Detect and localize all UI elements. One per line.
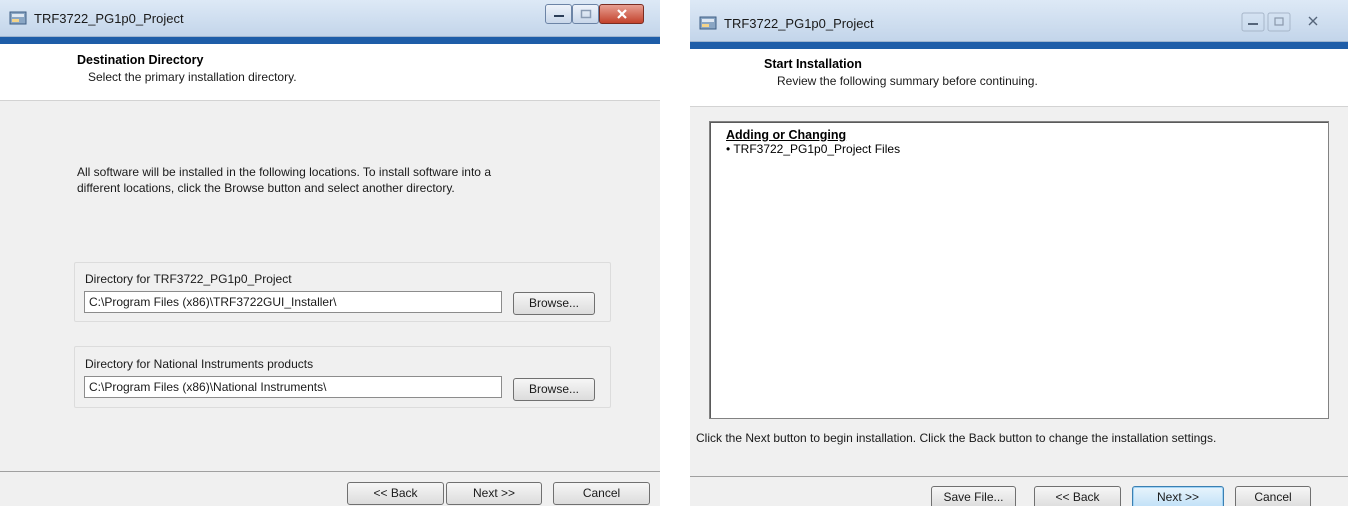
minimize-icon (1241, 12, 1265, 32)
browse-button-project[interactable]: Browse... (513, 292, 595, 315)
intro-text: All software will be installed in the fo… (77, 164, 637, 196)
accent-bar (0, 37, 660, 44)
minimize-button[interactable] (1241, 12, 1265, 32)
page-title: Start Installation (764, 57, 862, 71)
directory-path-input-project[interactable] (84, 291, 502, 313)
intro-line: different locations, click the Browse bu… (77, 181, 455, 195)
browse-button-ni[interactable]: Browse... (513, 378, 595, 401)
maximize-button[interactable] (1267, 12, 1291, 32)
close-icon (616, 9, 627, 19)
directory-path-input-ni[interactable] (84, 376, 502, 398)
cancel-button[interactable]: Cancel (1235, 486, 1311, 506)
summary-box[interactable]: Adding or Changing • TRF3722_PG1p0_Proje… (709, 121, 1329, 419)
back-button[interactable]: << Back (1034, 486, 1121, 506)
next-button[interactable]: Next >> (446, 482, 542, 505)
directory-label-ni: Directory for National Instruments produ… (85, 357, 314, 371)
title-bar[interactable]: TRF3722_PG1p0_Project (690, 0, 1348, 42)
installer-window-destination: TRF3722_PG1p0_Project Destination Direct… (0, 0, 660, 506)
installer-icon (9, 10, 27, 26)
window-title: TRF3722_PG1p0_Project (724, 16, 874, 31)
summary-item: • TRF3722_PG1p0_Project Files (726, 142, 901, 156)
intro-line: All software will be installed in the fo… (77, 165, 491, 179)
minimize-icon (553, 15, 564, 17)
wizard-header: Destination Directory Select the primary… (0, 44, 660, 101)
page-subtitle: Select the primary installation director… (88, 70, 297, 84)
back-button[interactable]: << Back (347, 482, 444, 505)
next-button[interactable]: Next >> (1132, 486, 1224, 506)
cancel-button[interactable]: Cancel (553, 482, 650, 505)
installer-window-start: TRF3722_PG1p0_Project Start Installation… (690, 0, 1348, 506)
footer-divider (690, 476, 1348, 477)
close-button[interactable] (599, 4, 644, 24)
footer-divider (0, 471, 660, 472)
close-button[interactable] (1301, 12, 1325, 32)
maximize-button[interactable] (572, 4, 599, 24)
maximize-icon (580, 9, 591, 19)
window-title: TRF3722_PG1p0_Project (34, 11, 184, 26)
close-icon (1308, 16, 1318, 26)
maximize-icon (1267, 12, 1291, 32)
accent-bar (690, 42, 1348, 49)
installer-icon (699, 15, 717, 31)
minimize-button[interactable] (545, 4, 572, 24)
page-subtitle: Review the following summary before cont… (777, 74, 1038, 88)
summary-heading: Adding or Changing (726, 128, 847, 142)
title-bar[interactable]: TRF3722_PG1p0_Project (0, 0, 660, 37)
instruction-text: Click the Next button to begin installat… (696, 431, 1217, 445)
wizard-header: Start Installation Review the following … (690, 49, 1348, 107)
save-file-button[interactable]: Save File... (931, 486, 1016, 506)
page-title: Destination Directory (77, 53, 204, 67)
directory-label-project: Directory for TRF3722_PG1p0_Project (85, 272, 292, 286)
